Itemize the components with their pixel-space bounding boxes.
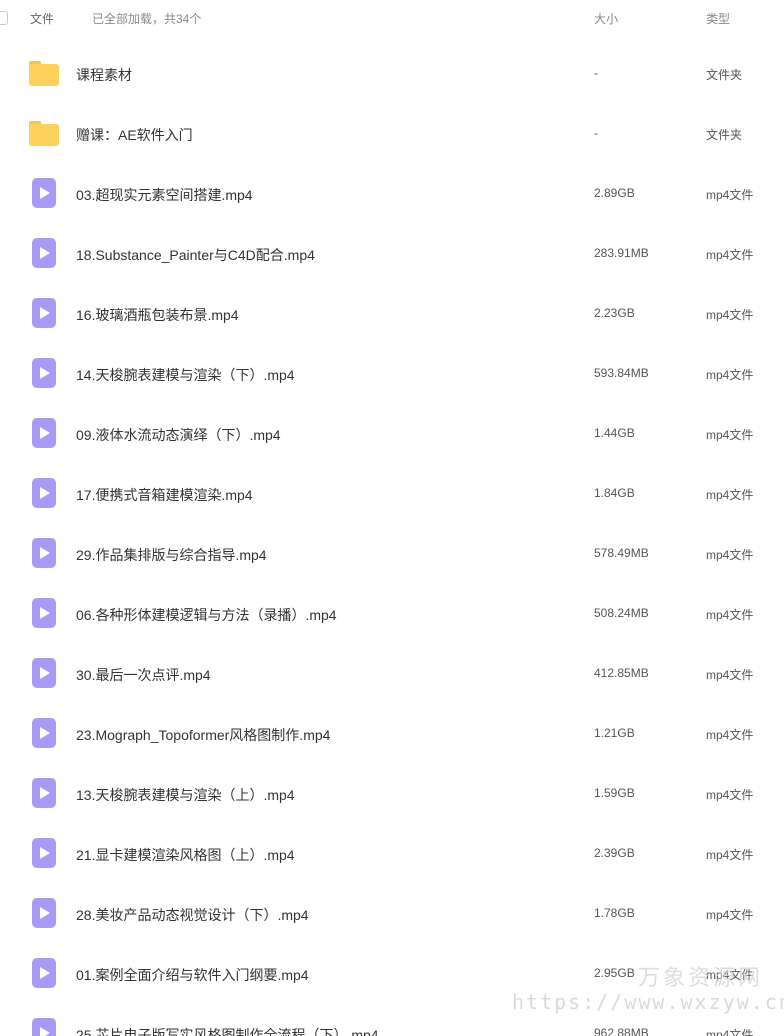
file-name[interactable]: 赠课：AE软件入门 xyxy=(76,125,193,145)
file-size: 578.49MB xyxy=(594,546,649,560)
file-row[interactable]: 23.Mograph_Topoformer风格图制作.mp4 1.21GB mp4文… xyxy=(0,703,784,763)
file-name[interactable]: 25.芯片电子版写实风格图制作全流程（下）.mp4 xyxy=(76,1025,379,1036)
list-header: 文件 已全部加载，共34个 大小 类型 xyxy=(0,0,784,36)
column-header-size[interactable]: 大小 xyxy=(594,10,618,27)
file-row[interactable]: 09.液体水流动态演绎（下）.mp4 1.44GB mp4文件 xyxy=(0,403,784,463)
file-type: mp4文件 xyxy=(706,608,754,622)
file-row[interactable]: 14.天梭腕表建模与渲染（下）.mp4 593.84MB mp4文件 xyxy=(0,343,784,403)
file-size: 412.85MB xyxy=(594,666,649,680)
file-list-page: 文件 已全部加载，共34个 大小 类型 课程素材 - 文件夹 赠课：AE软件入门 - 文件… xyxy=(0,0,784,1036)
file-type: 文件夹 xyxy=(706,68,743,82)
file-size: 1.21GB xyxy=(594,726,635,740)
file-size: 593.84MB xyxy=(594,366,649,380)
file-type: mp4文件 xyxy=(706,1028,754,1036)
file-type: mp4文件 xyxy=(706,788,754,802)
file-size: 2.23GB xyxy=(594,306,635,320)
video-file-icon xyxy=(28,598,59,628)
file-name[interactable]: 13.天梭腕表建模与渲染（上）.mp4 xyxy=(76,785,295,805)
video-file-icon xyxy=(28,298,59,328)
video-file-icon xyxy=(28,958,59,988)
file-name[interactable]: 16.玻璃酒瓶包装布景.mp4 xyxy=(76,305,239,325)
file-name[interactable]: 03.超现实元素空间搭建.mp4 xyxy=(76,185,253,205)
file-name[interactable]: 23.Mograph_Topoformer风格图制作.mp4 xyxy=(76,725,330,745)
file-type: mp4文件 xyxy=(706,548,754,562)
file-name[interactable]: 06.各种形体建模逻辑与方法（录播）.mp4 xyxy=(76,605,337,625)
file-row[interactable]: 17.便携式音箱建模渲染.mp4 1.84GB mp4文件 xyxy=(0,463,784,523)
file-size: 508.24MB xyxy=(594,606,649,620)
file-row[interactable]: 18.Substance_Painter与C4D配合.mp4 283.91MB mp… xyxy=(0,223,784,283)
load-status: 已全部加载，共34个 xyxy=(92,12,202,26)
file-row[interactable]: 29.作品集排版与综合指导.mp4 578.49MB mp4文件 xyxy=(0,523,784,583)
file-name[interactable]: 29.作品集排版与综合指导.mp4 xyxy=(76,545,267,565)
file-row[interactable]: 30.最后一次点评.mp4 412.85MB mp4文件 xyxy=(0,643,784,703)
column-header-name[interactable]: 文件 xyxy=(30,10,54,27)
video-file-icon xyxy=(28,838,59,868)
file-name[interactable]: 课程素材 xyxy=(76,65,132,85)
video-file-icon xyxy=(28,238,59,268)
file-type: mp4文件 xyxy=(706,488,754,502)
file-type: mp4文件 xyxy=(706,428,754,442)
file-row[interactable]: 25.芯片电子版写实风格图制作全流程（下）.mp4 962.88MB mp4文件 xyxy=(0,1003,784,1036)
video-file-icon xyxy=(28,778,59,808)
file-type: mp4文件 xyxy=(706,188,754,202)
file-type: mp4文件 xyxy=(706,848,754,862)
file-row[interactable]: 课程素材 - 文件夹 xyxy=(0,43,784,103)
file-row[interactable]: 01.案例全面介绍与软件入门纲要.mp4 2.95GB mp4文件 xyxy=(0,943,784,1003)
video-file-icon xyxy=(28,358,59,388)
file-name[interactable]: 09.液体水流动态演绎（下）.mp4 xyxy=(76,425,281,445)
file-name[interactable]: 18.Substance_Painter与C4D配合.mp4 xyxy=(76,245,315,265)
file-type: mp4文件 xyxy=(706,368,754,382)
file-name[interactable]: 01.案例全面介绍与软件入门纲要.mp4 xyxy=(76,965,309,985)
file-type: 文件夹 xyxy=(706,128,743,142)
file-size: - xyxy=(594,126,598,140)
folder-icon xyxy=(28,58,59,88)
video-file-icon xyxy=(28,418,59,448)
file-size: 2.89GB xyxy=(594,186,635,200)
file-row[interactable]: 06.各种形体建模逻辑与方法（录播）.mp4 508.24MB mp4文件 xyxy=(0,583,784,643)
file-type: mp4文件 xyxy=(706,668,754,682)
file-list: 课程素材 - 文件夹 赠课：AE软件入门 - 文件夹 03.超现实元素空间搭建.mp4 2.8… xyxy=(0,43,784,1036)
file-type: mp4文件 xyxy=(706,968,754,982)
file-name[interactable]: 30.最后一次点评.mp4 xyxy=(76,665,211,685)
folder-icon xyxy=(28,118,59,148)
file-name[interactable]: 17.便携式音箱建模渲染.mp4 xyxy=(76,485,253,505)
file-row[interactable]: 赠课：AE软件入门 - 文件夹 xyxy=(0,103,784,163)
video-file-icon xyxy=(28,1018,59,1036)
file-size: 283.91MB xyxy=(594,246,649,260)
file-row[interactable]: 16.玻璃酒瓶包装布景.mp4 2.23GB mp4文件 xyxy=(0,283,784,343)
file-size: 962.88MB xyxy=(594,1026,649,1036)
file-size: - xyxy=(594,66,598,80)
file-type: mp4文件 xyxy=(706,308,754,322)
file-size: 1.84GB xyxy=(594,486,635,500)
file-row[interactable]: 21.显卡建模渲染风格图（上）.mp4 2.39GB mp4文件 xyxy=(0,823,784,883)
video-file-icon xyxy=(28,478,59,508)
file-row[interactable]: 03.超现实元素空间搭建.mp4 2.89GB mp4文件 xyxy=(0,163,784,223)
file-size: 1.78GB xyxy=(594,906,635,920)
video-file-icon xyxy=(28,178,59,208)
video-file-icon xyxy=(28,898,59,928)
file-type: mp4文件 xyxy=(706,728,754,742)
video-file-icon xyxy=(28,718,59,748)
file-row[interactable]: 28.美妆产品动态视觉设计（下）.mp4 1.78GB mp4文件 xyxy=(0,883,784,943)
file-name[interactable]: 28.美妆产品动态视觉设计（下）.mp4 xyxy=(76,905,309,925)
file-type: mp4文件 xyxy=(706,908,754,922)
file-size: 2.95GB xyxy=(594,966,635,980)
file-row[interactable]: 13.天梭腕表建模与渲染（上）.mp4 1.59GB mp4文件 xyxy=(0,763,784,823)
video-file-icon xyxy=(28,538,59,568)
video-file-icon xyxy=(28,658,59,688)
file-size: 1.59GB xyxy=(594,786,635,800)
select-all-checkbox[interactable] xyxy=(0,11,8,25)
file-size: 2.39GB xyxy=(594,846,635,860)
file-name[interactable]: 14.天梭腕表建模与渲染（下）.mp4 xyxy=(76,365,295,385)
file-type: mp4文件 xyxy=(706,248,754,262)
file-size: 1.44GB xyxy=(594,426,635,440)
column-header-type[interactable]: 类型 xyxy=(706,10,730,27)
file-name[interactable]: 21.显卡建模渲染风格图（上）.mp4 xyxy=(76,845,295,865)
